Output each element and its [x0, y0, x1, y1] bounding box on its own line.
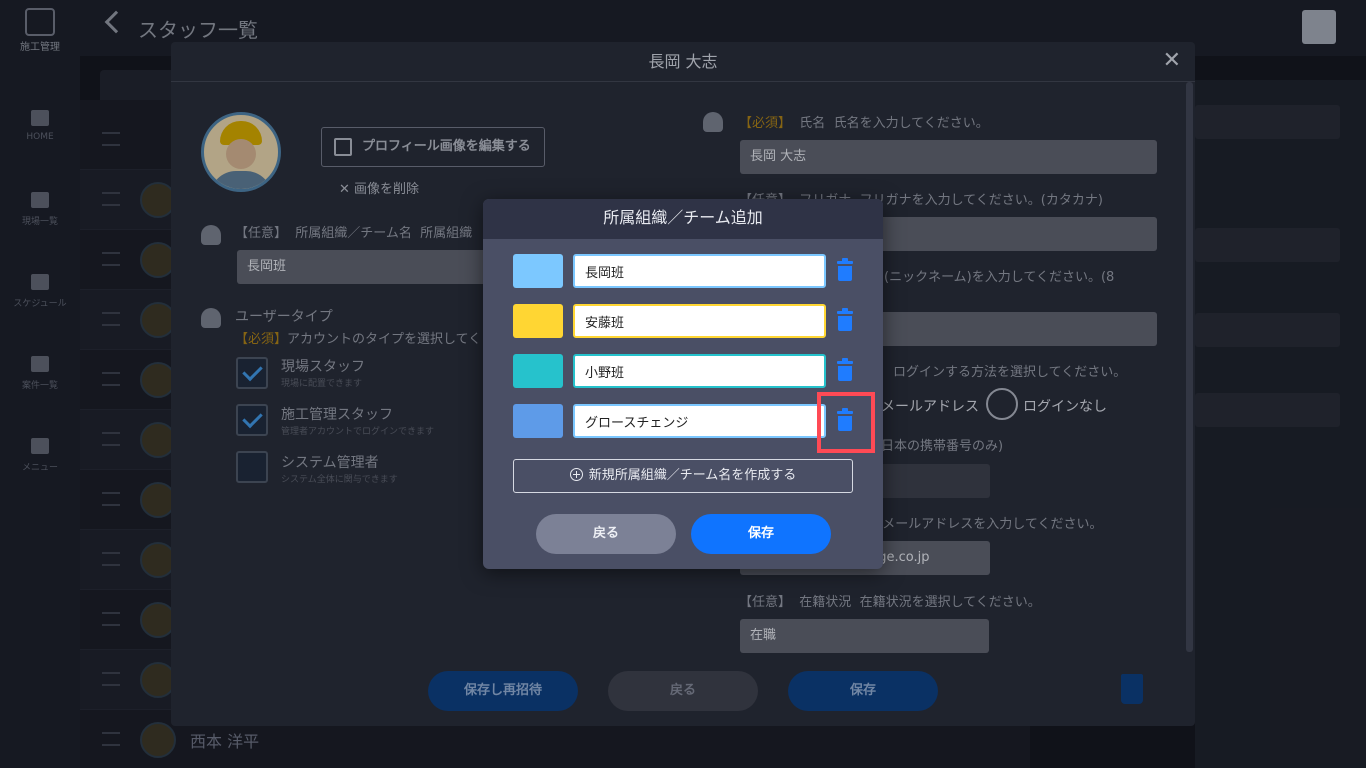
- delete-highlight-box: [817, 392, 875, 453]
- team-color-swatch[interactable]: [513, 254, 563, 288]
- add-team-button[interactable]: 新規所属組織／チーム名を作成する: [513, 459, 853, 493]
- trash-icon[interactable]: [837, 308, 853, 331]
- dialog-title: 所属組織／チーム追加: [483, 199, 883, 239]
- dialog-save-button[interactable]: 保存: [691, 514, 831, 554]
- team-name-input[interactable]: [573, 304, 826, 338]
- trash-icon[interactable]: [837, 258, 853, 281]
- team-name-input[interactable]: [573, 404, 826, 438]
- dialog-back-button[interactable]: 戻る: [536, 514, 676, 554]
- team-color-swatch[interactable]: [513, 304, 563, 338]
- team-name-input[interactable]: [573, 354, 826, 388]
- team-color-swatch[interactable]: [513, 354, 563, 388]
- plus-circle-icon: [569, 468, 583, 481]
- team-color-swatch[interactable]: [513, 404, 563, 438]
- team-row: [513, 404, 863, 440]
- trash-icon[interactable]: [837, 358, 853, 381]
- team-row: [513, 304, 863, 340]
- team-name-input[interactable]: [573, 254, 826, 288]
- team-row: [513, 354, 863, 390]
- team-row: [513, 254, 863, 290]
- team-add-dialog: 所属組織／チーム追加 新規所属組織／チーム名を作成する 戻る 保存: [483, 199, 883, 569]
